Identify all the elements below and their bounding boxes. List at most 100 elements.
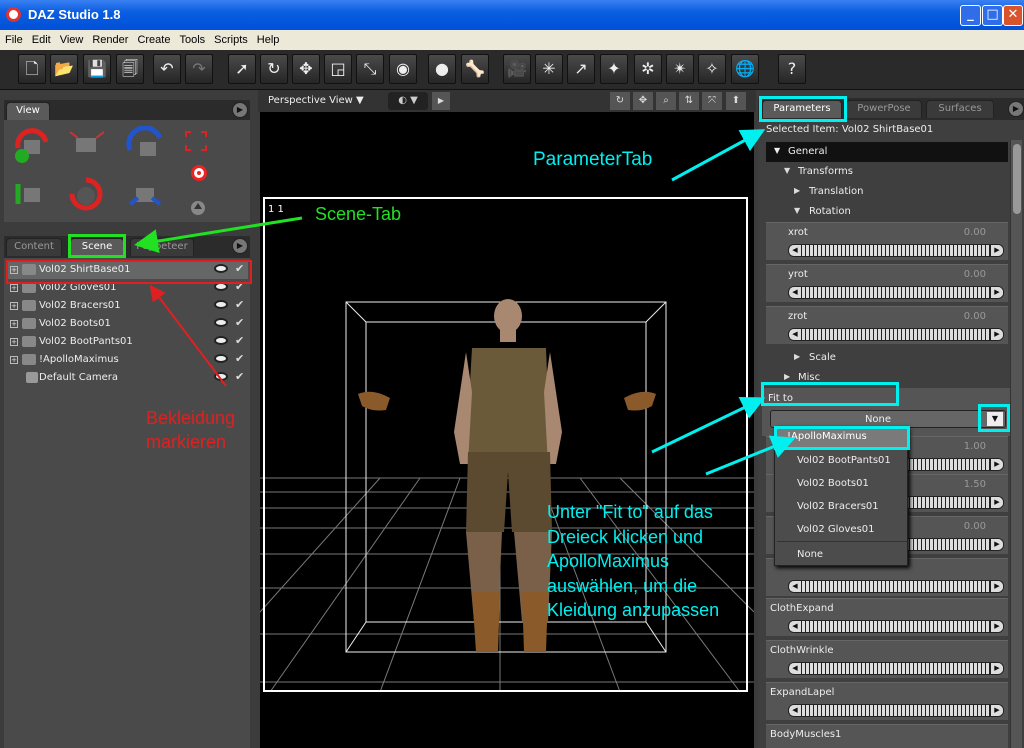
redo-icon[interactable]: ↷ xyxy=(185,54,213,84)
maximize-button[interactable]: □ xyxy=(982,5,1003,26)
up-arrow-icon[interactable] xyxy=(190,200,206,216)
point-light-icon[interactable]: ✦ xyxy=(600,54,628,84)
slider-track[interactable]: ◀▶ xyxy=(788,580,1004,593)
eye-icon[interactable] xyxy=(214,354,228,363)
slider-track[interactable]: ◀▶ xyxy=(788,328,1004,341)
dolly-camera-icon[interactable] xyxy=(10,174,52,214)
scroll-thumb[interactable] xyxy=(1013,144,1021,214)
menu-tools[interactable]: Tools xyxy=(174,30,209,46)
zrot-slider[interactable]: zrot 0.00 ◀ ▶ xyxy=(766,306,1008,344)
menu-scripts[interactable]: Scripts xyxy=(209,30,252,46)
help-icon[interactable]: ? xyxy=(778,54,806,84)
tab-content[interactable]: Content xyxy=(6,238,62,256)
tree-scale[interactable]: ▶ Scale xyxy=(766,348,1008,368)
move-icon[interactable]: ✥ xyxy=(292,54,320,84)
dropdown-option[interactable]: Vol02 BootPants01 xyxy=(777,453,907,471)
zoom-camera-icon[interactable] xyxy=(124,174,166,214)
tab-view[interactable]: View xyxy=(6,102,50,120)
dropdown-option[interactable]: Vol02 Gloves01 xyxy=(777,522,907,540)
xrot-slider[interactable]: xrot 0.00 ◀ ▶ xyxy=(766,222,1008,260)
scale-icon[interactable]: ◲ xyxy=(324,54,352,84)
scene-item[interactable]: Default Camera ✔ xyxy=(8,369,248,387)
save-as-icon[interactable]: 🗐 xyxy=(116,54,144,84)
menu-create[interactable]: Create xyxy=(132,30,174,46)
eye-icon[interactable] xyxy=(214,372,228,381)
save-icon[interactable]: 💾 xyxy=(83,54,111,84)
expand-icon[interactable]: + xyxy=(10,284,18,292)
tree-general[interactable]: ▼ General xyxy=(766,142,1008,162)
mag-light-icon[interactable]: ✴ xyxy=(666,54,694,84)
scene-item[interactable]: + Vol02 Boots01 ✔ xyxy=(8,315,248,333)
slider-value[interactable]: 0.00 xyxy=(964,227,986,238)
open-icon[interactable]: 📂 xyxy=(50,54,78,84)
body-muscles-slider[interactable]: BodyMuscles1 xyxy=(766,724,1008,748)
menu-view[interactable]: View xyxy=(55,30,88,46)
menu-file[interactable]: File xyxy=(0,30,27,46)
expand-icon[interactable]: + xyxy=(10,320,18,328)
increment-icon[interactable]: ▶ xyxy=(990,245,1003,256)
tab-powerpose[interactable]: PowerPose xyxy=(846,100,922,118)
draw-style-select[interactable]: ◐ ▼ xyxy=(388,92,428,110)
lock-icon[interactable]: ✔ xyxy=(235,334,244,347)
minimize-button[interactable]: _ xyxy=(960,5,981,26)
light-icon[interactable]: ✲ xyxy=(634,54,662,84)
decrement-icon[interactable]: ◀ xyxy=(789,329,802,340)
spotlight-icon[interactable]: ✳ xyxy=(535,54,563,84)
decrement-icon[interactable]: ◀ xyxy=(789,287,802,298)
lock-icon[interactable]: ✔ xyxy=(235,298,244,311)
lock-icon[interactable]: ✔ xyxy=(235,352,244,365)
panel-menu-icon[interactable]: ▶ xyxy=(1008,101,1024,117)
slider-track[interactable]: ◀▶ xyxy=(788,286,1004,299)
scene-item[interactable]: + !ApolloMaximus ✔ xyxy=(8,351,248,369)
view-select[interactable]: Perspective View ▼ xyxy=(268,95,364,106)
expand-icon[interactable]: + xyxy=(10,338,18,346)
eye-icon[interactable] xyxy=(214,300,228,309)
slider-track[interactable]: ◀▶ xyxy=(788,704,1004,717)
slider-value[interactable]: 0.00 xyxy=(964,311,986,322)
pan-camera-icon[interactable] xyxy=(66,126,108,166)
cloth-expand-slider[interactable]: ClothExpand ◀ ▶ xyxy=(766,598,1008,636)
pan-view-icon[interactable]: ✥ xyxy=(633,92,653,110)
params-scrollbar[interactable] xyxy=(1010,140,1022,748)
increment-icon[interactable]: ▶ xyxy=(990,329,1003,340)
tab-surfaces[interactable]: Surfaces xyxy=(926,100,994,118)
slider-value[interactable]: 1.50 xyxy=(964,479,986,490)
universal-icon[interactable]: ⤡ xyxy=(356,54,384,84)
decrement-icon[interactable]: ◀ xyxy=(789,245,802,256)
menu-help[interactable]: Help xyxy=(252,30,284,46)
slider-value[interactable]: 1.00 xyxy=(964,441,986,452)
zoom-view-icon[interactable]: ⌕ xyxy=(656,92,676,110)
new-icon[interactable]: 🗋 xyxy=(18,54,46,84)
orbit-camera-icon[interactable] xyxy=(124,126,166,166)
morph-light-icon[interactable]: ✧ xyxy=(698,54,726,84)
sphere-icon[interactable]: ● xyxy=(428,54,456,84)
lock-icon[interactable]: ✔ xyxy=(235,370,244,383)
slider-track[interactable]: ◀▶ xyxy=(788,244,1004,257)
yrot-slider[interactable]: yrot 0.00 ◀ ▶ xyxy=(766,264,1008,302)
globe-icon[interactable]: 🌐 xyxy=(731,54,759,84)
scene-item[interactable]: + Vol02 BootPants01 ✔ xyxy=(8,333,248,351)
camera-orbit-icon[interactable]: ◉ xyxy=(389,54,417,84)
expand-lapel-slider[interactable]: ExpandLapel ◀ ▶ xyxy=(766,682,1008,720)
tab-puppeteer[interactable]: Puppeteer xyxy=(130,238,194,256)
select-arrow-icon[interactable]: ➚ xyxy=(228,54,256,84)
rotate-view-icon[interactable]: ↻ xyxy=(610,92,630,110)
lock-icon[interactable]: ✔ xyxy=(235,316,244,329)
frame-view-icon[interactable]: ⤧ xyxy=(702,92,722,110)
distant-light-icon[interactable]: ↗ xyxy=(567,54,595,84)
panel-menu-icon[interactable]: ▶ xyxy=(232,102,248,118)
slider-track[interactable]: ◀▶ xyxy=(788,620,1004,633)
eye-icon[interactable] xyxy=(214,318,228,327)
dropdown-option[interactable]: None xyxy=(777,547,907,565)
menu-render[interactable]: Render xyxy=(87,30,132,46)
undo-icon[interactable]: ↶ xyxy=(153,54,181,84)
scene-item[interactable]: + Vol02 Bracers01 ✔ xyxy=(8,297,248,315)
expand-icon[interactable]: + xyxy=(10,356,18,364)
dropdown-option[interactable]: Vol02 Bracers01 xyxy=(777,499,907,517)
dolly-view-icon[interactable]: ⇅ xyxy=(679,92,699,110)
dropdown-option[interactable]: Vol02 Boots01 xyxy=(777,476,907,494)
frame-icon[interactable] xyxy=(184,130,208,152)
viewport-menu-icon[interactable]: ▶ xyxy=(432,92,450,110)
rotate-camera-icon[interactable] xyxy=(10,126,52,166)
slider-value[interactable]: 0.00 xyxy=(964,269,986,280)
